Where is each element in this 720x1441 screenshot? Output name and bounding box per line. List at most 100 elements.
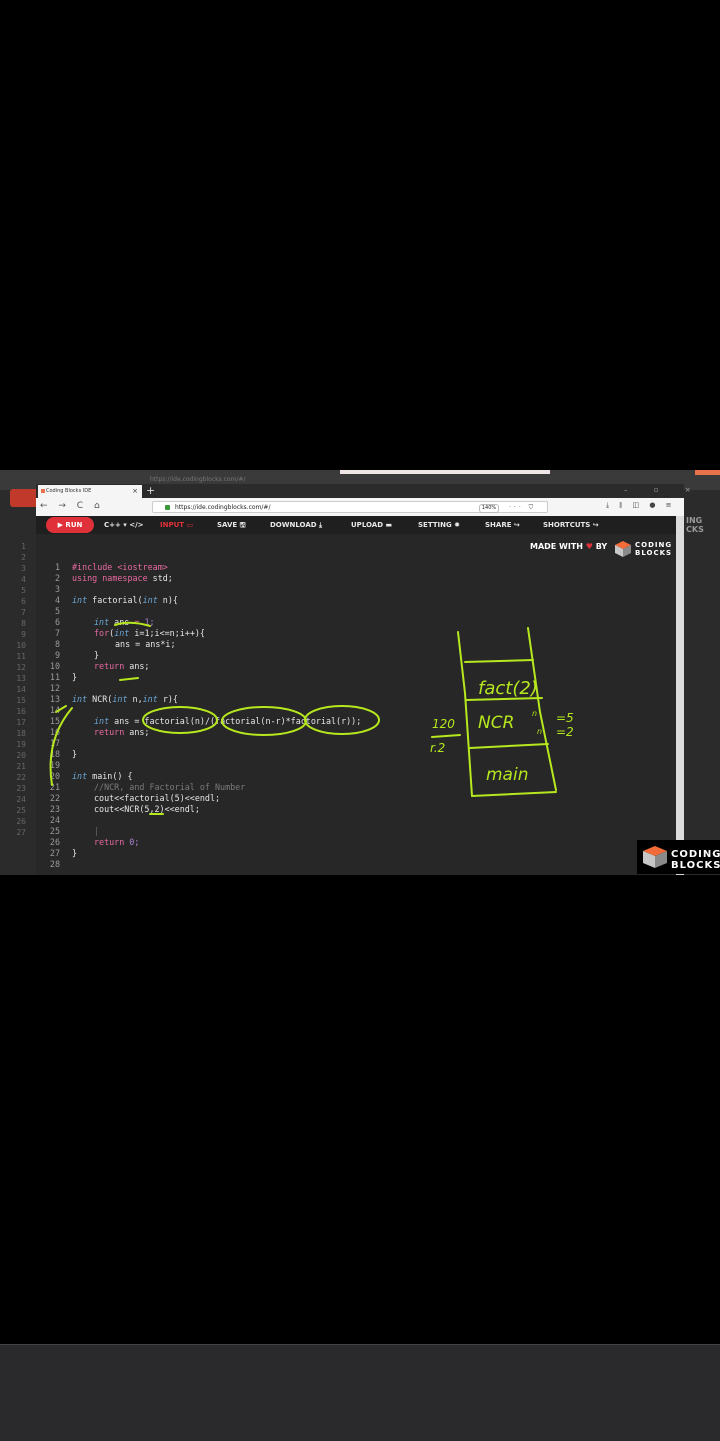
bg-line-number: 19 <box>16 740 26 749</box>
lock-icon <box>165 505 170 510</box>
code-token: int <box>114 628 130 638</box>
bg-line-number: 5 <box>21 586 26 595</box>
code-line[interactable]: 3 <box>40 584 60 595</box>
code-line[interactable]: 19 <box>40 760 60 771</box>
code-token: int <box>72 694 88 704</box>
bg-line-number: 25 <box>16 806 26 815</box>
bg-line-number: 21 <box>16 762 26 771</box>
window-controls[interactable]: – ▫ × <box>624 486 703 494</box>
line-number: 4 <box>54 595 60 605</box>
line-number: 22 <box>49 793 60 803</box>
outer-accent-bar <box>695 470 720 475</box>
ide-scrollbar[interactable] <box>676 516 684 875</box>
new-tab-button[interactable]: + <box>146 484 155 497</box>
code-line[interactable]: 24 <box>40 815 60 826</box>
code-line[interactable]: 4 int factorial(int n){ <box>40 595 178 606</box>
browser-tab[interactable]: Coding Blocks IDE × <box>38 485 142 498</box>
input-button[interactable]: INPUT ▭ <box>160 516 193 534</box>
browser-toolbar-icons[interactable]: ⤓ ⫴ ◫ ● ≡ <box>606 501 676 510</box>
code-token: for <box>94 628 110 638</box>
bg-line-number: 12 <box>16 663 26 672</box>
save-button[interactable]: SAVE 🖫 <box>217 516 246 534</box>
code-token: i=1;i<=n;i++){ <box>129 628 205 638</box>
close-tab-icon[interactable]: × <box>132 485 138 498</box>
run-button[interactable]: ▶ RUN <box>46 517 94 533</box>
bg-line-number: 20 <box>16 751 26 760</box>
line-number: 16 <box>49 727 60 737</box>
line-number: 23 <box>49 804 60 814</box>
code-line[interactable]: 15 int ans = factorial(n)/(factorial(n-r)… <box>40 716 361 727</box>
code-line[interactable]: 11} <box>40 672 77 683</box>
bg-line-number: 8 <box>21 619 26 628</box>
code-line[interactable]: 23 cout<<NCR(5,2)<<endl; <box>40 804 200 815</box>
line-number: 24 <box>49 815 60 825</box>
bg-line-number: 3 <box>21 564 26 573</box>
code-token: ans; <box>124 727 150 737</box>
code-token: ans = factorial(n)/(factorial(n-r)*facto… <box>109 716 362 726</box>
code-line[interactable]: 18} <box>40 749 77 760</box>
watermark-line-1: CODING <box>671 849 720 860</box>
code-token: using namespace <box>72 573 148 583</box>
code-line[interactable]: 13 int NCR(int n,int r){ <box>40 694 178 705</box>
line-number: 1 <box>54 562 60 572</box>
nav-buttons[interactable]: ← → C ⌂ <box>40 501 104 511</box>
line-number: 12 <box>49 683 60 693</box>
code-text: cout<<factorial(5)<<endl; <box>94 793 221 803</box>
line-number: 28 <box>49 859 60 869</box>
code-line[interactable]: 21 //NCR, and Factorial of Number <box>40 782 245 793</box>
bg-line-number: 4 <box>21 575 26 584</box>
code-line[interactable]: 7 for(int i=1;i<=n;i++){ <box>40 628 205 639</box>
code-line[interactable]: 1 #include <iostream> <box>40 562 168 573</box>
url-bar[interactable]: https://ide.codingblocks.com/#/ 140% ···… <box>152 501 548 523</box>
code-token: int <box>72 595 88 605</box>
code-text: } <box>72 749 78 759</box>
heart-icon: ♥ <box>585 542 593 551</box>
code-line[interactable]: 10 return ans; <box>40 661 150 672</box>
line-number: 26 <box>49 837 60 847</box>
line-number: 5 <box>54 606 60 616</box>
code-line[interactable]: 12 <box>40 683 60 694</box>
code-line[interactable]: 25 | <box>40 826 99 837</box>
code-token: n, <box>127 694 143 704</box>
code-line[interactable]: 20 int main() { <box>40 771 133 782</box>
bg-line-number: 1 <box>21 542 26 551</box>
code-text: } <box>72 672 78 682</box>
code-line[interactable]: 27} <box>40 848 77 859</box>
line-number: 15 <box>49 716 60 726</box>
zoom-badge[interactable]: 140% <box>479 504 499 513</box>
code-line[interactable]: 8 ans = ans*i; <box>40 639 176 650</box>
bg-line-number: 13 <box>16 674 26 683</box>
code-line[interactable]: 2 using namespace std; <box>40 573 173 584</box>
coding-blocks-watermark-icon <box>643 846 667 868</box>
code-token: factorial( <box>87 595 143 605</box>
code-line[interactable]: 28 <box>40 859 60 870</box>
setting-button[interactable]: SETTING ✹ <box>418 516 460 534</box>
favicon-icon <box>41 489 45 493</box>
code-line[interactable]: 9} <box>40 650 99 661</box>
code-line[interactable]: 14 <box>40 705 60 716</box>
code-line[interactable]: 5 <box>40 606 60 617</box>
language-select[interactable]: C++ ▾ </> <box>104 516 144 534</box>
by-label: BY <box>595 542 608 551</box>
upload-button[interactable]: UPLOAD ▬ <box>351 516 392 534</box>
code-line[interactable]: 16 return ans; <box>40 727 150 738</box>
bg-line-number: 16 <box>16 707 26 716</box>
shortcuts-button[interactable]: SHORTCUTS ↪ <box>543 516 599 534</box>
code-line[interactable]: 6 int ans = 1; <box>40 617 155 628</box>
watermark-line-2: BLOCKS <box>671 860 720 871</box>
code-token: ans <box>109 617 135 627</box>
code-line[interactable]: 17 <box>40 738 60 749</box>
download-button[interactable]: DOWNLOAD ⤓ <box>270 516 322 534</box>
line-number: 7 <box>54 628 60 638</box>
line-number: 21 <box>49 782 60 792</box>
share-button[interactable]: SHARE ↪ <box>485 516 520 534</box>
code-token: NCR( <box>87 694 113 704</box>
code-line[interactable]: 26 return 0; <box>40 837 140 848</box>
code-token: int <box>94 617 110 627</box>
made-with-text: MADE WITH ♥ BY <box>530 542 607 551</box>
code-token: int <box>142 694 158 704</box>
line-number: 18 <box>49 749 60 759</box>
tab-title: Coding Blocks IDE <box>46 488 92 494</box>
code-line[interactable]: 22 cout<<factorial(5)<<endl; <box>40 793 220 804</box>
code-token: int <box>142 595 158 605</box>
